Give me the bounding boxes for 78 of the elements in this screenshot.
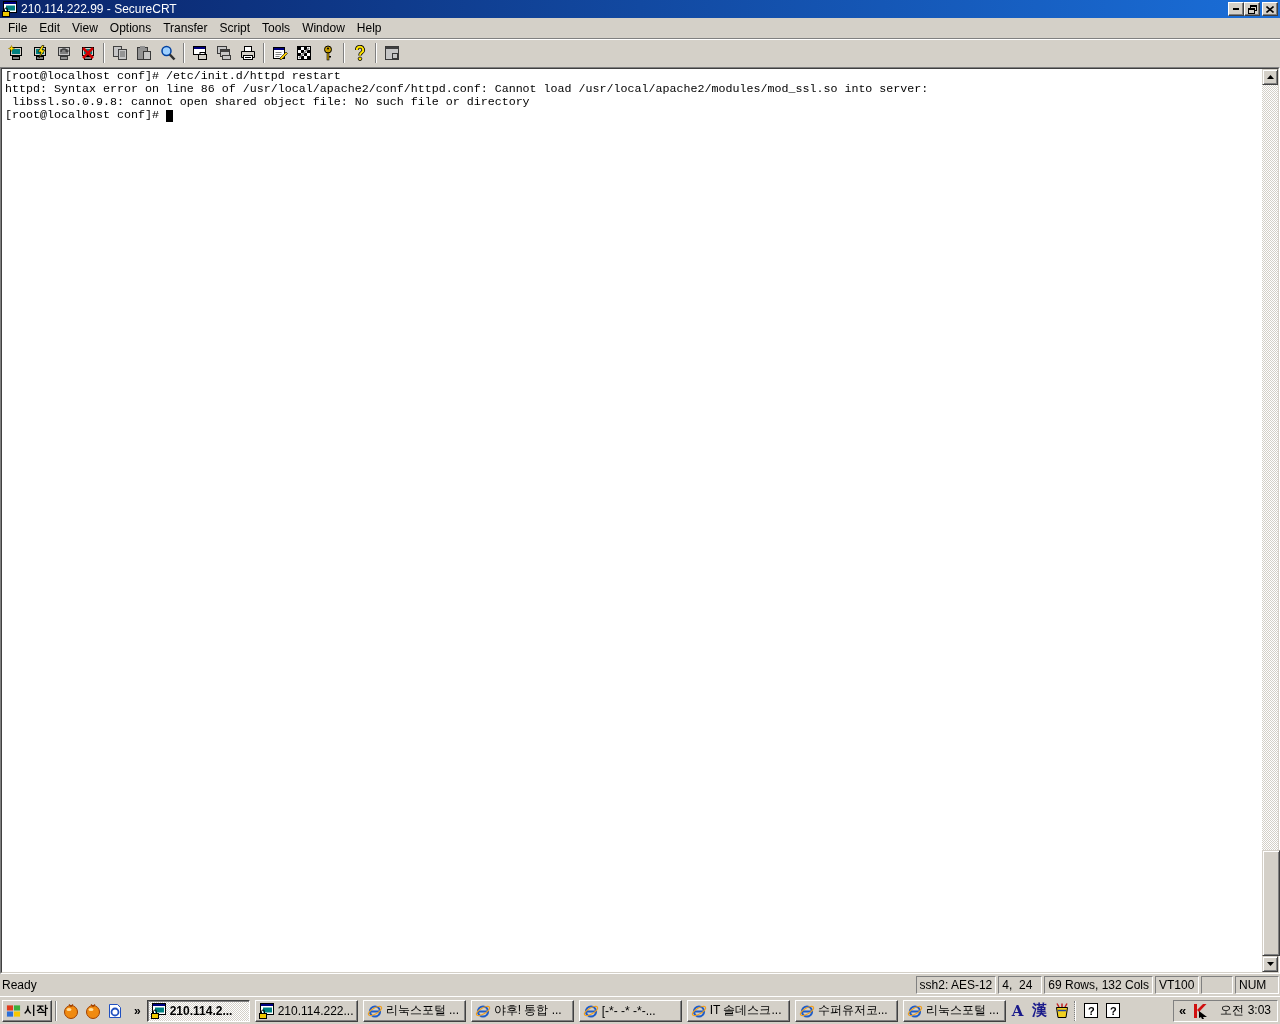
window-icon [384,45,400,61]
status-panel: 4, 24 [998,976,1043,994]
terminal-line: [root@localhost conf]# /etc/init.d/httpd restart [5,70,341,83]
menu-item[interactable]: File [2,19,34,37]
scroll-down-button[interactable] [1262,956,1278,972]
computer-sparkle-icon [8,45,24,61]
menu-item[interactable]: Transfer [157,19,214,37]
taskbar-button[interactable]: 야후! 통합 ... [470,999,574,1022]
taskbar-button[interactable]: 210.114.222... [254,999,358,1022]
computer-arrows-icon [56,45,72,61]
status-text: Ready [2,978,38,992]
ime-indicator[interactable]: 漢 [1032,1001,1048,1020]
windows-logo-icon [6,1003,21,1018]
browser-icon [366,1002,383,1019]
k-arrow-icon[interactable] [1192,1002,1209,1019]
expand-button[interactable]: « [1177,1003,1189,1018]
window-lock-icon [258,1002,275,1019]
menu-item[interactable]: Script [213,19,257,37]
terminal-line: libssl.so.0.9.8: cannot open shared object file: No such file or directory [11,96,530,109]
pencil-cup-icon[interactable] [1054,1002,1071,1019]
page-icon[interactable] [107,1002,123,1019]
window-title: 210.114.222.99 - SecureCRT [21,2,177,16]
browser-icon [690,1002,707,1019]
status-panel: 69 Rows, 132 Cols [1044,976,1153,994]
minimize-button[interactable] [1228,2,1244,16]
menu-item[interactable]: Tools [256,19,297,37]
browser-icon [798,1002,815,1019]
taskbar-button[interactable]: 수퍼유저코... [794,999,898,1022]
scroll-up-button[interactable] [1262,69,1278,85]
browser-icon [582,1002,599,1019]
scrollbar-thumb[interactable] [1262,850,1280,956]
up-arrow-icon [1266,75,1274,79]
browser-icon [906,1002,923,1019]
help-button[interactable]: ? [1084,1003,1099,1018]
search-icon [160,45,176,61]
menu-item[interactable]: Edit [33,19,67,37]
menu-item[interactable]: Window [296,19,351,37]
clock: 오전 3:03 [1220,1002,1271,1019]
terminal-line: [root@localhost conf]# [5,109,159,122]
ball-icon[interactable] [63,1002,79,1019]
status-panel: ssh2: AES-12 [915,976,997,994]
ime-indicator[interactable]: A [1011,1001,1024,1020]
taskbar-button[interactable]: 리눅스포털 ... [902,999,1006,1022]
close-button[interactable] [1262,2,1278,16]
status-panel [1201,976,1233,994]
printer-icon [240,45,256,61]
status-panel: VT100 [1155,976,1199,994]
window-lock-icon [2,1,18,17]
window-pencil-icon [272,45,288,61]
restore-icon [1247,4,1257,14]
window-lock-icon [150,1002,167,1019]
computer-x-icon [80,45,96,61]
down-arrow-icon [1266,962,1274,966]
stacked-windows-icon [216,45,232,61]
help-icon [352,45,368,61]
ball-icon[interactable] [85,1002,101,1019]
checkerboard-icon [296,45,312,61]
more-button[interactable]: » [126,1003,147,1018]
clipboard-icon [136,45,152,61]
status-panel: NUM [1235,976,1279,994]
taskbar-button[interactable]: 210.114.2... [146,999,250,1022]
start-button[interactable]: 시작 [2,999,52,1022]
taskbar-button[interactable]: [-*- -* -*-... [578,999,682,1022]
help-button[interactable]: ? [1106,1003,1121,1018]
taskbar-button[interactable]: IT 솔데스크... [686,999,790,1022]
menu-item[interactable]: View [66,19,104,37]
taskbar-button[interactable]: 리눅스포털 ... [362,999,466,1022]
copy-icon [112,45,128,61]
menu-item[interactable]: Options [103,19,158,37]
computer-bolt-icon [32,45,48,61]
menu-item[interactable]: Help [350,19,388,37]
terminal-line: httpd: Syntax error on line 86 of /usr/local/apache2/conf/httpd.conf: Cannot load /usr/local/apache2/modules/mod_ssl.so into server: [5,83,929,96]
close-icon [1266,5,1274,13]
window-printer-icon [192,45,208,61]
vertical-scrollbar[interactable] [1262,69,1278,972]
browser-icon [474,1002,491,1019]
minimize-icon [1233,8,1239,10]
restore-button[interactable] [1244,2,1260,16]
